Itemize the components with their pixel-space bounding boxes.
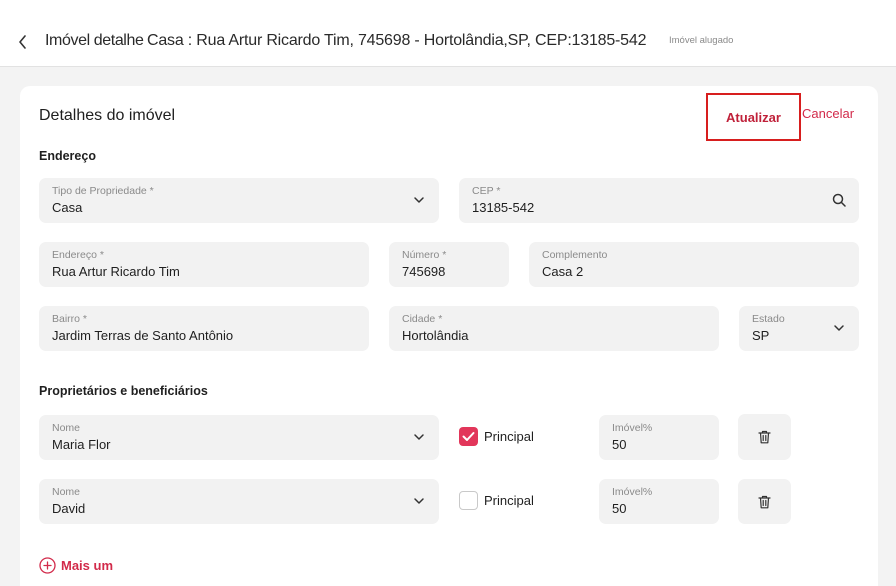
trash-icon: [758, 430, 771, 444]
add-owner-button[interactable]: Mais um: [39, 557, 113, 574]
neighborhood-label: Bairro *: [52, 313, 88, 325]
principal-label: Principal: [484, 429, 534, 444]
property-type-label: Tipo de Propriedade *: [52, 185, 154, 197]
delete-owner-button[interactable]: [738, 414, 791, 460]
neighborhood-value: Jardim Terras de Santo Antônio: [52, 328, 234, 343]
street-value: Rua Artur Ricardo Tim: [52, 264, 180, 279]
neighborhood-field[interactable]: Bairro * Jardim Terras de Santo Antônio: [39, 306, 369, 351]
chevron-left-icon: [19, 35, 26, 49]
principal-checkbox[interactable]: [459, 427, 478, 446]
owner-percent-value: 50: [612, 501, 627, 516]
chevron-down-icon: [410, 191, 428, 209]
checkmark-icon: [462, 432, 475, 441]
property-type-select[interactable]: Tipo de Propriedade * Casa: [39, 178, 439, 223]
chevron-down-icon: [830, 319, 848, 337]
chevron-down-icon: [410, 428, 428, 446]
chevron-down-icon: [410, 492, 428, 510]
owner-percent-value: 50: [612, 437, 627, 452]
principal-label: Principal: [484, 493, 534, 508]
owner-percent-field[interactable]: Imóvel% 50: [599, 415, 719, 460]
state-select[interactable]: Estado SP: [739, 306, 859, 351]
city-field[interactable]: Cidade * Hortolândia: [389, 306, 719, 351]
street-label: Endereço *: [52, 249, 104, 261]
owner-percent-field[interactable]: Imóvel% 50: [599, 479, 719, 524]
page-title: Imóvel detalhe: [45, 32, 144, 49]
owner-name-select[interactable]: Nome Maria Flor: [39, 415, 439, 460]
owner-name-label: Nome: [52, 422, 81, 434]
street-field[interactable]: Endereço * Rua Artur Ricardo Tim: [39, 242, 369, 287]
complement-field[interactable]: Complemento Casa 2: [529, 242, 859, 287]
cep-label: CEP *: [472, 185, 501, 197]
complement-label: Complemento: [542, 249, 608, 261]
trash-icon: [758, 495, 771, 508]
city-label: Cidade *: [402, 313, 443, 325]
cep-field[interactable]: CEP * 13185-542: [459, 178, 859, 223]
plus-circle-icon: [39, 557, 56, 574]
cep-value: 13185-542: [472, 200, 535, 215]
complement-value: Casa 2: [542, 264, 584, 279]
delete-owner-button[interactable]: [738, 479, 791, 524]
number-label: Número *: [402, 249, 447, 261]
property-type-value: Casa: [52, 200, 83, 215]
update-button[interactable]: Atualizar: [706, 93, 801, 141]
owner-percent-label: Imóvel%: [612, 486, 653, 498]
city-value: Hortolândia: [402, 328, 469, 343]
property-address-title: Casa : Rua Artur Ricardo Tim, 745698 - H…: [147, 32, 647, 49]
address-section-title: Endereço: [39, 149, 96, 163]
number-value: 745698: [402, 264, 446, 279]
card-title: Detalhes do imóvel: [39, 107, 176, 124]
owners-section-title: Proprietários e beneficiários: [39, 384, 208, 398]
owner-percent-label: Imóvel%: [612, 422, 653, 434]
number-field[interactable]: Número * 745698: [389, 242, 509, 287]
state-value: SP: [752, 328, 770, 343]
add-owner-label: Mais um: [61, 558, 114, 573]
status-label: Imóvel alugado: [669, 35, 734, 46]
search-icon[interactable]: [830, 191, 848, 209]
cancel-button[interactable]: Cancelar: [802, 106, 854, 121]
owner-name-value: Maria Flor: [52, 437, 111, 452]
owner-name-select[interactable]: Nome David: [39, 479, 439, 524]
back-button[interactable]: [14, 31, 32, 53]
owner-name-label: Nome: [52, 486, 81, 498]
top-bar: Imóvel detalhe Casa : Rua Artur Ricardo …: [0, 0, 896, 67]
owner-name-value: David: [52, 501, 86, 516]
state-label: Estado: [752, 313, 785, 325]
principal-checkbox[interactable]: [459, 491, 478, 510]
property-details-card: Detalhes do imóvel Atualizar Cancelar En…: [20, 86, 878, 586]
